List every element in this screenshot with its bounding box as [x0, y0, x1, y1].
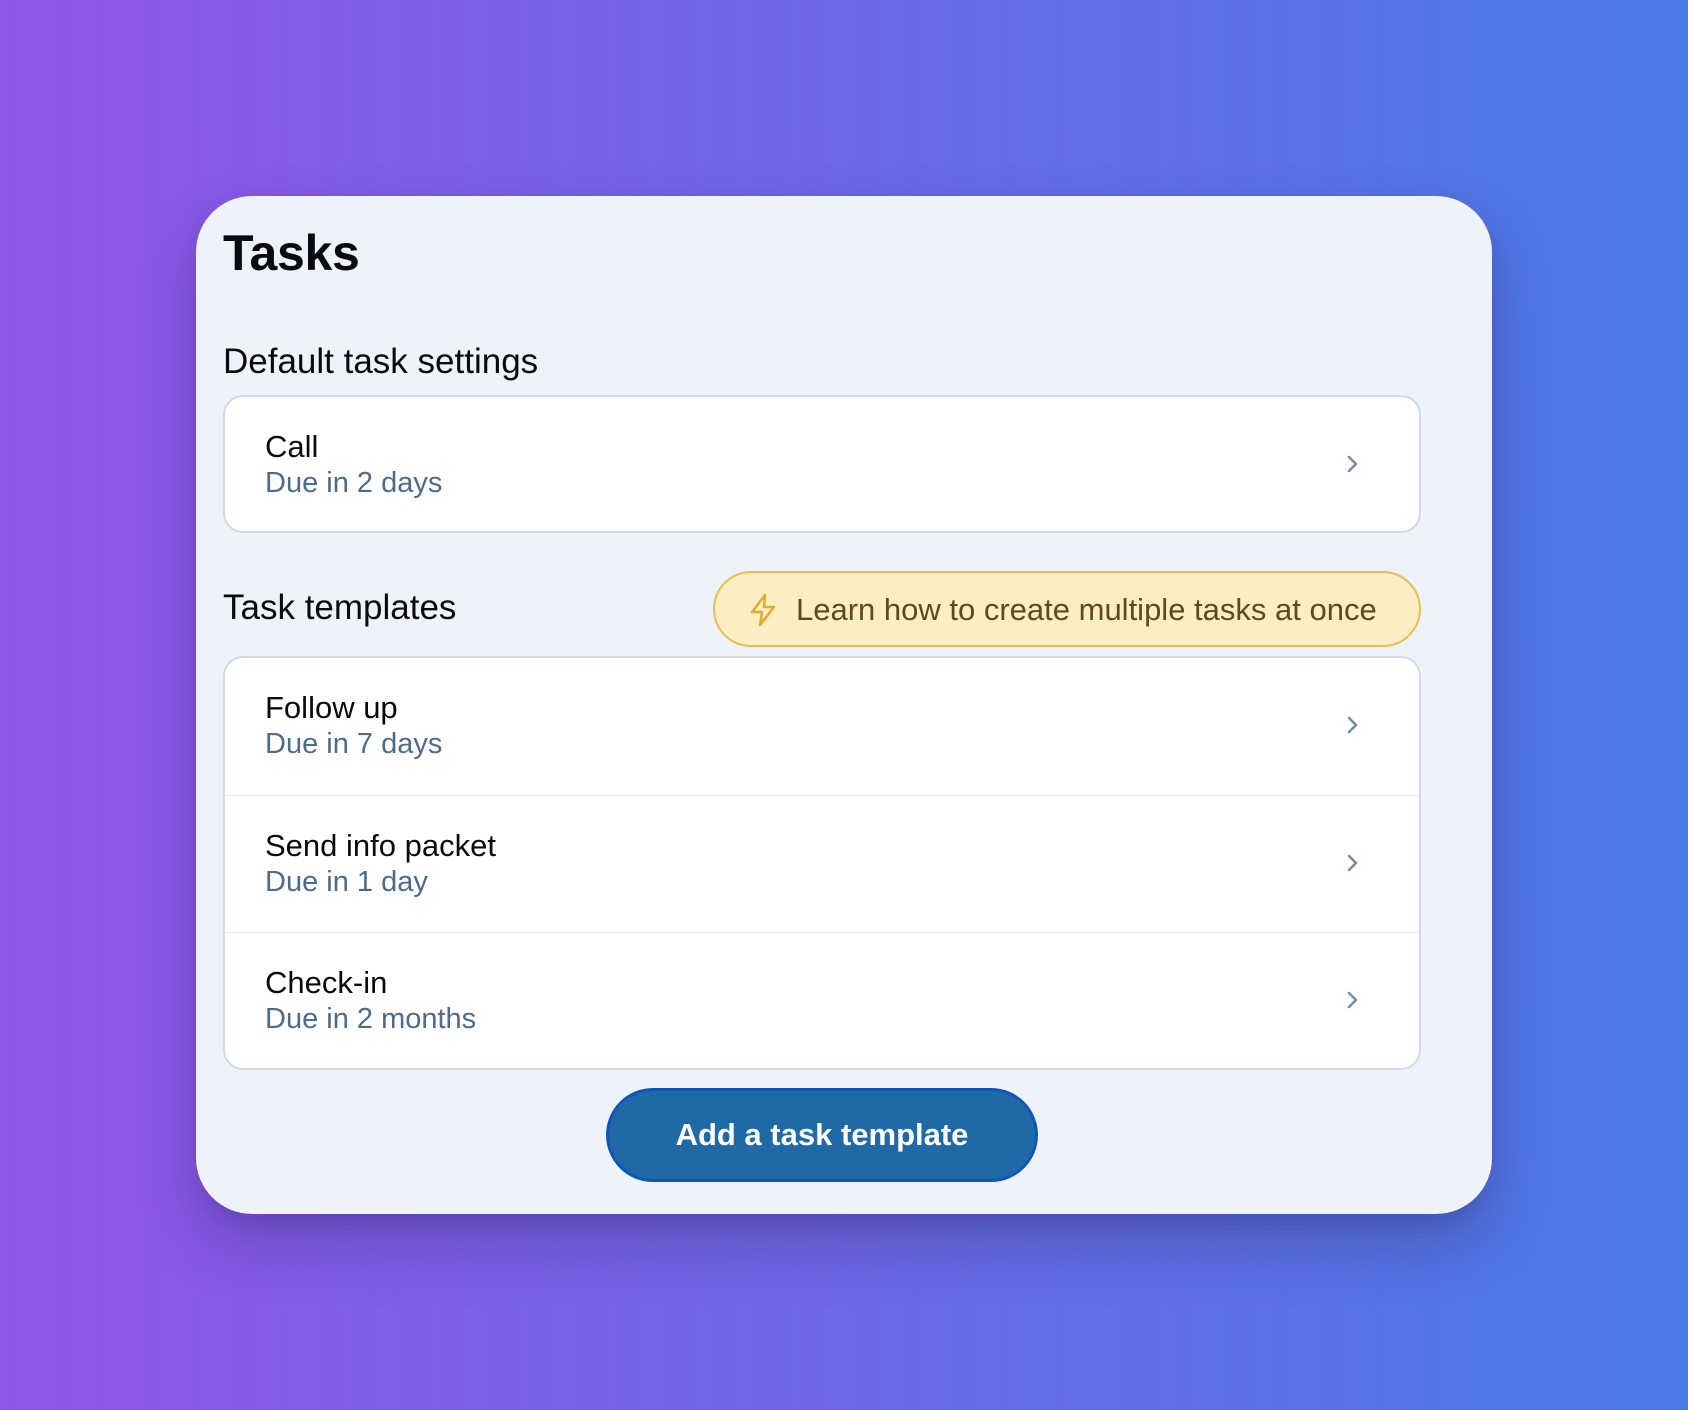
template-due: Due in 1 day [265, 866, 428, 898]
task-templates-list: Follow up Due in 7 days Send info packet… [223, 656, 1421, 1070]
chevron-right-icon [1341, 453, 1363, 475]
learn-link-label: Learn how to create multiple tasks at on… [796, 592, 1377, 627]
task-templates-heading: Task templates [223, 588, 457, 627]
default-task-settings-heading: Default task settings [223, 342, 539, 381]
task-title: Call [265, 429, 319, 464]
template-title: Follow up [265, 690, 398, 725]
lightning-bolt-icon [747, 593, 779, 627]
template-due: Due in 2 months [265, 1003, 477, 1035]
tasks-card: Tasks Default task settings Call Due in … [196, 196, 1492, 1214]
chevron-right-icon [1341, 714, 1363, 736]
chevron-right-icon [1341, 989, 1363, 1011]
template-row-check-in[interactable]: Check-in Due in 2 months [225, 932, 1419, 1068]
default-task-row-call[interactable]: Call Due in 2 days [225, 397, 1419, 531]
learn-multiple-tasks-link[interactable]: Learn how to create multiple tasks at on… [713, 571, 1421, 647]
template-due: Due in 7 days [265, 728, 443, 760]
page-title: Tasks [223, 225, 360, 281]
default-task-settings-list: Call Due in 2 days [223, 395, 1421, 533]
template-title: Send info packet [265, 828, 496, 863]
add-task-template-button[interactable]: Add a task template [606, 1088, 1038, 1182]
task-due: Due in 2 days [265, 467, 443, 499]
template-row-follow-up[interactable]: Follow up Due in 7 days [225, 658, 1419, 795]
template-row-send-info-packet[interactable]: Send info packet Due in 1 day [225, 795, 1419, 932]
template-title: Check-in [265, 965, 388, 1000]
chevron-right-icon [1341, 852, 1363, 874]
